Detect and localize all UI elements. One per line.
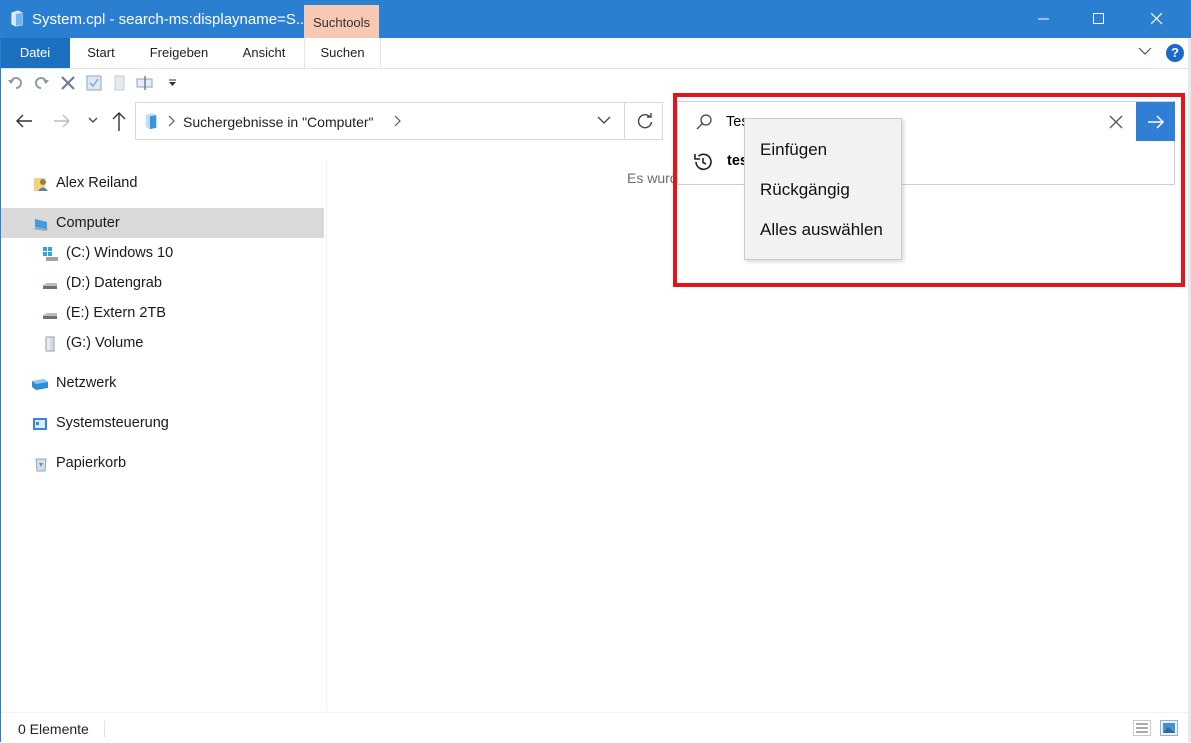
sidebar-item-label: (C:) Windows 10 [66, 245, 174, 261]
sidebar-item-drive-g[interactable]: (G:) Volume [0, 328, 324, 358]
status-divider [104, 721, 105, 737]
sidebar-item-computer[interactable]: Computer [0, 208, 324, 238]
menu-item-alles-auswaehlen[interactable]: Alles auswählen [745, 211, 901, 249]
tab-datei[interactable]: Datei [0, 38, 70, 68]
help-button[interactable]: ? [1166, 44, 1184, 62]
windows-drive-icon [43, 247, 58, 261]
sidebar-item-systemsteuerung[interactable]: Systemsteuerung [0, 408, 324, 438]
drive-icon [43, 283, 57, 289]
large-icons-view-icon[interactable] [1160, 720, 1178, 736]
minimize-button[interactable] [1021, 0, 1067, 38]
close-button[interactable] [1134, 0, 1180, 38]
sidebar-item-label: Systemsteuerung [56, 415, 169, 431]
title-bar[interactable]: System.cpl - search-ms:displayname=S... … [0, 0, 1191, 38]
window-title: System.cpl - search-ms:displayname=S... [32, 11, 309, 28]
sidebar-item-netzwerk[interactable]: Netzwerk [0, 368, 324, 398]
forward-arrow-icon[interactable] [52, 111, 72, 131]
sidebar-item-drive-c[interactable]: (C:) Windows 10 [0, 238, 324, 268]
window-app-icon [11, 10, 23, 27]
address-dropdown-icon[interactable] [597, 115, 611, 125]
empty-results-message: Es wurd [627, 170, 678, 186]
computer-icon [33, 219, 49, 231]
breadcrumb-chevron-icon[interactable] [393, 114, 403, 128]
tab-ansicht[interactable]: Ansicht [233, 38, 295, 68]
tab-suchen[interactable]: Suchen [304, 38, 381, 69]
item-count: 0 Elemente [18, 721, 89, 737]
back-arrow-icon[interactable] [14, 111, 34, 131]
redo-icon[interactable] [32, 74, 50, 92]
ribbon-tab-bar: Datei Start Freigeben Ansicht Suchen ? [0, 38, 1191, 69]
context-menu: Einfügen Rückgängig Alles auswählen [744, 118, 902, 260]
menu-item-rueckgaengig[interactable]: Rückgängig [745, 171, 901, 209]
tab-freigeben[interactable]: Freigeben [140, 38, 218, 68]
sidebar-item-label: Netzwerk [56, 375, 117, 391]
sidebar-item-label: Papierkorb [56, 455, 127, 471]
tab-start[interactable]: Start [78, 38, 124, 68]
sidebar-item-label: (D:) Datengrab [66, 275, 162, 291]
drive-icon [43, 313, 57, 319]
location-icon [145, 113, 157, 129]
refresh-button[interactable] [624, 102, 665, 140]
sidebar-item-drive-d[interactable]: (D:) Datengrab [0, 268, 324, 298]
sidebar-item-drive-e[interactable]: (E:) Extern 2TB [0, 298, 324, 328]
undo-icon[interactable] [7, 74, 25, 92]
close-icon [1151, 13, 1163, 25]
breadcrumb-search-results[interactable]: Suchergebnisse in "Computer" [183, 114, 373, 130]
new-folder-icon[interactable] [111, 74, 129, 92]
address-bar[interactable]: Suchergebnisse in "Computer" [135, 102, 663, 140]
up-arrow-icon[interactable] [110, 110, 128, 132]
menu-item-einfuegen[interactable]: Einfügen [745, 131, 901, 169]
refresh-icon [637, 113, 653, 129]
navigation-pane: Alex Reiland Computer (C:) Windows 10 (D… [0, 160, 327, 710]
sidebar-item-label: (G:) Volume [66, 335, 144, 351]
contextual-tab-suchtools[interactable]: Suchtools [304, 5, 379, 38]
customize-dropdown-icon[interactable] [168, 79, 177, 87]
rename-icon[interactable] [136, 74, 154, 92]
control-panel-icon [33, 418, 47, 430]
sidebar-item-alex-reiland[interactable]: Alex Reiland [0, 168, 324, 198]
sidebar-item-label: (E:) Extern 2TB [66, 305, 166, 321]
sidebar-item-label: Computer [56, 215, 120, 231]
status-bar: 0 Elemente [0, 712, 1191, 743]
recent-locations-chevron-icon[interactable] [87, 114, 99, 126]
expand-ribbon-chevron-icon[interactable] [1138, 46, 1152, 56]
maximize-icon [1093, 13, 1104, 24]
details-view-icon[interactable] [1133, 720, 1151, 736]
network-icon [32, 379, 48, 390]
usb-drive-icon [45, 336, 55, 352]
sidebar-item-papierkorb[interactable]: Papierkorb [0, 448, 324, 478]
window-left-border [0, 38, 1, 742]
delete-icon[interactable] [59, 74, 77, 92]
properties-icon[interactable] [85, 74, 103, 92]
maximize-button[interactable] [1076, 0, 1122, 38]
sidebar-item-label: Alex Reiland [56, 175, 138, 191]
recycle-bin-icon [35, 458, 47, 472]
user-folder-icon [34, 178, 48, 191]
minimize-icon [1038, 18, 1049, 20]
breadcrumb-chevron-icon[interactable] [167, 114, 177, 128]
